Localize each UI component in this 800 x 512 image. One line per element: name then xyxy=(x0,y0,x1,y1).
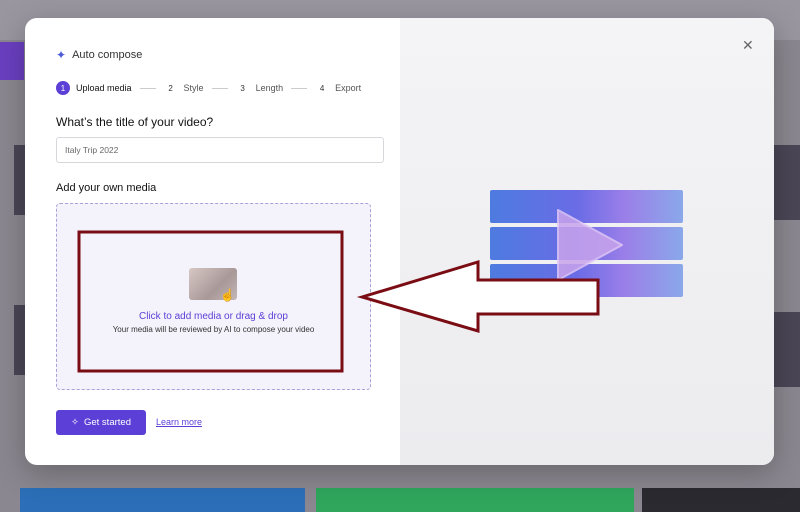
background-card xyxy=(774,145,800,220)
background-tile xyxy=(316,488,634,512)
dropzone-primary-text[interactable]: Click to add media or drag & drop xyxy=(57,311,370,322)
sparkle-icon: ✧ xyxy=(71,417,79,428)
background-tile xyxy=(642,488,800,512)
video-title-input[interactable] xyxy=(56,137,384,163)
media-heading: Add your own media xyxy=(56,182,157,194)
dialog-illustration-panel xyxy=(400,18,774,465)
step-number: 2 xyxy=(168,83,173,93)
dropzone-secondary-text: Your media will be reviewed by AI to com… xyxy=(112,325,315,334)
step-label: Export xyxy=(335,83,362,93)
step-label: Length xyxy=(255,83,284,93)
step-label: Style xyxy=(183,83,204,93)
get-started-button[interactable]: ✧ Get started xyxy=(56,410,146,435)
media-dropzone[interactable]: ☝ Click to add media or drag & drop Your… xyxy=(56,203,371,390)
dialog-header: ✦ Auto compose xyxy=(56,48,142,62)
background-card xyxy=(774,312,800,387)
learn-more-link[interactable]: Learn more xyxy=(156,417,202,427)
stepper: 1 Upload media 2 Style 3 Length 4 Export xyxy=(56,81,361,95)
hand-cursor-icon: ☝ xyxy=(220,288,235,302)
video-illustration xyxy=(490,190,683,300)
dialog-title: Auto compose xyxy=(72,49,143,61)
step-upload-media[interactable]: 1 Upload media xyxy=(56,81,132,95)
dialog-form-panel: ✦ Auto compose 1 Upload media 2 Style 3 … xyxy=(25,18,400,465)
step-divider xyxy=(211,87,228,89)
step-number: 4 xyxy=(319,83,325,93)
step-label: Upload media xyxy=(76,83,132,93)
step-export[interactable]: 4 Export xyxy=(315,81,361,95)
step-divider xyxy=(291,87,308,89)
background-tile xyxy=(20,488,305,512)
video-title-question: What’s the title of your video? xyxy=(56,115,214,129)
get-started-label: Get started xyxy=(83,417,131,428)
step-style[interactable]: 2 Style xyxy=(164,81,204,95)
step-length[interactable]: 3 Length xyxy=(236,81,284,95)
close-icon[interactable]: ✕ xyxy=(742,37,754,54)
auto-compose-dialog: ✦ Auto compose 1 Upload media 2 Style 3 … xyxy=(25,18,774,465)
background-accent xyxy=(0,42,24,80)
step-divider xyxy=(139,87,156,89)
sparkle-icon: ✦ xyxy=(56,48,67,62)
step-number: 3 xyxy=(240,83,245,93)
step-number: 1 xyxy=(56,81,70,95)
play-icon xyxy=(557,209,623,281)
